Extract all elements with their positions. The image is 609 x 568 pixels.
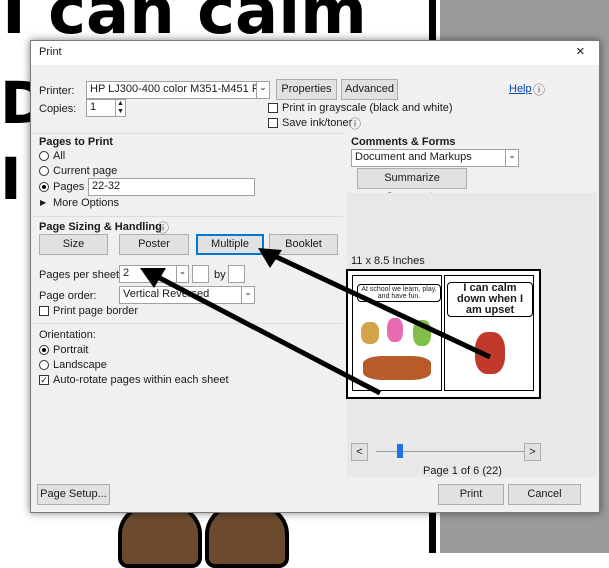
annotation-arrows xyxy=(140,248,492,396)
arrow-to-multiple xyxy=(266,250,492,360)
